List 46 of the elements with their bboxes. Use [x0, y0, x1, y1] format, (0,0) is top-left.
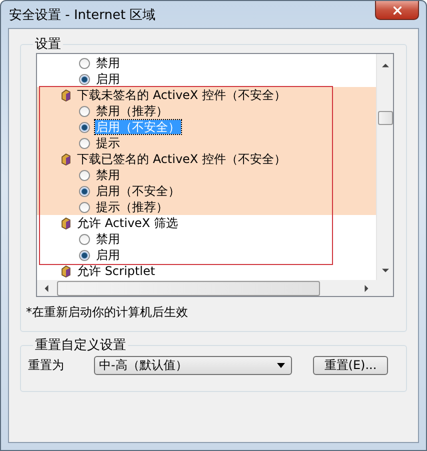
window-title: 安全设置 - Internet 区域 — [9, 6, 156, 24]
activex-icon — [61, 264, 71, 278]
caret-icon — [277, 363, 285, 368]
option-label[interactable]: 启用 — [95, 72, 121, 86]
activex-icon — [61, 88, 71, 102]
category-label: 下载已签名的 ActiveX 控件（不安全） — [76, 152, 287, 166]
option-label[interactable]: 禁用 — [95, 56, 121, 70]
scroll-right-icon[interactable] — [363, 284, 370, 292]
scroll-down-icon[interactable] — [382, 267, 388, 274]
category-label: 允许 ActiveX 筛选 — [76, 216, 179, 230]
settings-list[interactable]: 禁用 启用 下载未签名的 ActiveX 控件（不安全） 禁用（推荐） 启用（不安全） 提示 下载已签名的 ActiveX 控件（不安全） 禁用 启用（不安全） 提示（推荐） 允许 ActiveX 筛选 禁用 启用 允许 Scriptlet — [36, 53, 394, 297]
option-label[interactable]: 启用 — [95, 248, 121, 262]
scroll-left-icon[interactable] — [43, 284, 50, 292]
radio-button[interactable] — [79, 250, 90, 260]
activex-icon — [61, 216, 71, 230]
radio-button[interactable] — [79, 170, 90, 180]
radio-button[interactable] — [79, 234, 90, 244]
category-label: 下载未签名的 ActiveX 控件（不安全） — [76, 88, 287, 102]
radio-button[interactable] — [79, 138, 90, 148]
option-label[interactable]: 禁用 — [95, 168, 121, 182]
radio-button[interactable] — [79, 74, 90, 84]
scrollbar-thumb[interactable] — [57, 280, 320, 296]
radio-button[interactable] — [79, 58, 90, 68]
level-dropdown[interactable]: 中-高（默认值） — [94, 356, 292, 375]
option-label[interactable]: 启用（不安全） — [95, 184, 181, 198]
reset-button[interactable]: 重置(E)... — [313, 356, 388, 375]
close-button[interactable] — [375, 1, 419, 20]
option-label[interactable]: 禁用（推荐） — [95, 104, 169, 118]
option-label[interactable]: 禁用 — [95, 232, 121, 246]
group-title: 重置自定义设置 — [34, 337, 127, 354]
category-label: 允许 Scriptlet — [76, 264, 156, 278]
radio-button[interactable] — [79, 106, 90, 116]
close-icon[interactable] — [390, 4, 404, 16]
horizontal-scrollbar[interactable] — [37, 280, 376, 296]
radio-button[interactable] — [79, 202, 90, 212]
group-title: 设置 — [34, 36, 62, 53]
radio-button[interactable] — [79, 122, 90, 132]
option-label[interactable]: 提示 — [95, 136, 121, 150]
scroll-up-icon[interactable] — [382, 62, 388, 69]
scrollbar-thumb[interactable] — [378, 111, 392, 125]
radio-button[interactable] — [79, 186, 90, 196]
restart-note: *在重新启动你的计算机后生效 — [26, 304, 189, 321]
vertical-scrollbar[interactable] — [376, 54, 393, 280]
activex-icon — [61, 152, 71, 166]
reset-label: 重置为 — [28, 357, 65, 374]
option-label[interactable]: 提示（推荐） — [95, 200, 169, 214]
